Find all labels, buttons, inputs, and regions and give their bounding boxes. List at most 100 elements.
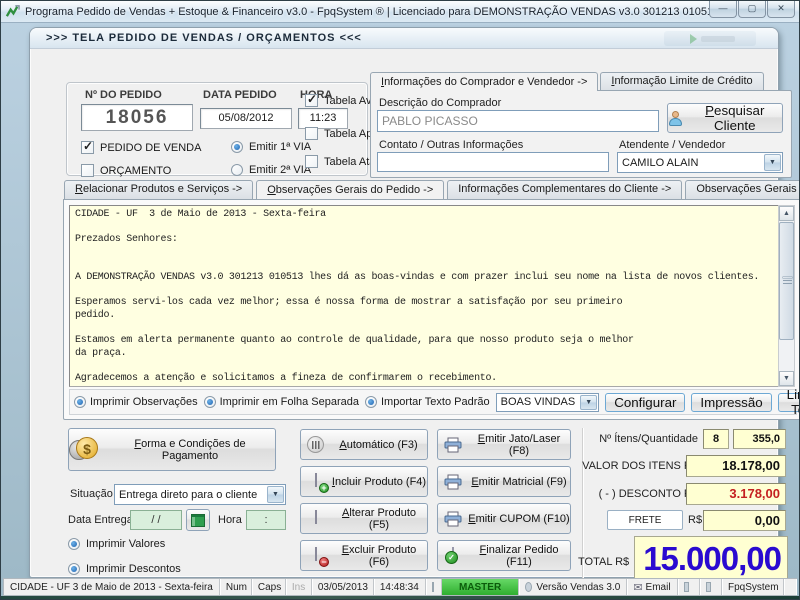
desconto-label: ( - ) DESCONTO R$ <box>570 488 698 500</box>
checkbox-icon <box>305 94 318 107</box>
itens-quantidade-label: Nº Ítens/Quantidade <box>570 433 698 445</box>
calendar-button[interactable] <box>186 509 210 531</box>
checkbox-pedido-de-venda[interactable]: PEDIDO DE VENDA <box>81 141 201 154</box>
tab-relacionar-produtos[interactable]: Relacionar Produtos e Serviços -> <box>64 180 253 199</box>
status-version: Versão Vendas 3.0 <box>519 579 627 595</box>
incluir-produto-button[interactable]: + Incluir Produto (F4) <box>300 466 428 497</box>
buyer-description-label: Descrição do Comprador <box>379 97 501 109</box>
impressao-button[interactable]: Impressão <box>691 393 771 412</box>
buyer-description-field[interactable]: PABLO PICASSO <box>377 110 659 132</box>
order-number-label: Nº DO PEDIDO <box>85 89 162 101</box>
tab-limite-credito[interactable]: Informação Limite de Crédito <box>600 72 763 91</box>
radio-importar-texto-padrao[interactable]: Importar Texto Padrão <box>365 396 490 408</box>
observations-textarea[interactable]: CIDADE - UF 3 de Maio de 2013 - Sexta-fe… <box>69 205 779 387</box>
observations-panel: CIDADE - UF 3 de Maio de 2013 - Sexta-fe… <box>63 199 800 420</box>
printer-icon <box>444 511 462 527</box>
status-master-badge: MASTER <box>442 579 520 595</box>
configurar-button[interactable]: Configurar <box>605 393 685 412</box>
calendar-icon <box>191 514 205 527</box>
delete-product-icon: − <box>307 548 325 564</box>
edit-product-icon <box>307 511 325 527</box>
alterar-produto-button[interactable]: Alterar Produto (F5) <box>300 503 428 534</box>
payment-conditions-button[interactable]: $ Forma e Condições de Pagamento <box>68 428 276 471</box>
emitir-matricial-button[interactable]: Emitir Matricial (F9) <box>437 466 571 497</box>
delivery-date-field[interactable]: / / <box>130 510 182 530</box>
checkbox-orcamento[interactable]: ORÇAMENTO <box>81 164 171 177</box>
search-client-button[interactable]: Pesquisar Cliente <box>667 103 783 133</box>
status-email[interactable]: ✉ Email <box>627 579 678 595</box>
contact-field[interactable] <box>377 152 609 172</box>
emitir-jato-laser-button[interactable]: Emitir Jato/Laser (F8) <box>437 429 571 460</box>
limpar-texto-button[interactable]: Limpar Texto <box>778 393 800 412</box>
minimize-button[interactable]: — <box>709 1 737 18</box>
automatico-button[interactable]: Automático (F3) <box>300 429 428 460</box>
buyer-panel: Descrição do Comprador PABLO PICASSO Pes… <box>370 90 792 178</box>
app-icon <box>5 4 20 19</box>
printer-icon <box>444 474 462 490</box>
tab-informacoes-complementares[interactable]: Informações Complementares do Cliente -> <box>447 180 682 199</box>
scroll-down-button[interactable]: ▼ <box>779 371 794 386</box>
page-title: >>> TELA PEDIDO DE VENDAS / ORÇAMENTOS <… <box>46 32 362 44</box>
radio-emitir-2-via[interactable]: Emitir 2ª VIA <box>231 164 311 176</box>
network-mini-icon <box>706 582 711 592</box>
salesperson-combobox[interactable]: CAMILO ALAIN ▼ <box>617 152 783 173</box>
itens-count-field: 8 <box>703 429 729 449</box>
status-time: 14:48:34 <box>374 579 426 595</box>
delivery-date-label: Data Entrega <box>68 514 133 526</box>
green-arrow-icon <box>690 34 697 44</box>
close-button[interactable]: ✕ <box>767 1 795 18</box>
tab-observacoes-pedido[interactable]: Observações Gerais do Pedido -> <box>256 180 444 199</box>
situacao-combobox[interactable]: Entrega direto para o cliente ▼ <box>114 484 286 505</box>
status-caps: Caps <box>252 579 286 595</box>
radio-icon <box>68 563 80 575</box>
radio-imprimir-folha-separada[interactable]: Imprimir em Folha Separada <box>204 396 359 408</box>
radio-imprimir-observacoes[interactable]: Imprimir Observações <box>74 396 198 408</box>
checkbox-icon <box>305 155 318 168</box>
contact-label: Contato / Outras Informações <box>379 139 523 151</box>
checkbox-icon <box>305 127 318 140</box>
checkbox-icon <box>81 164 94 177</box>
status-city-date: CIDADE - UF 3 de Maio de 2013 - Sexta-fe… <box>4 579 220 595</box>
order-hour-field[interactable]: 11:23 <box>298 108 348 129</box>
status-icon-segment <box>426 579 442 595</box>
printer-icon <box>444 437 462 453</box>
radio-emitir-1-via[interactable]: Emitir 1ª VIA <box>231 141 311 153</box>
order-date-label: DATA PEDIDO <box>203 89 277 101</box>
radio-icon <box>68 538 80 550</box>
title-bar: Programa Pedido de Vendas + Estoque & Fi… <box>1 1 800 23</box>
faded-toolbar-decoration <box>664 31 756 46</box>
status-ins: Ins <box>286 579 312 595</box>
texto-padrao-combobox[interactable]: BOAS VINDAS ▼ <box>496 393 600 412</box>
excluir-produto-button[interactable]: − Excluir Produto (F6) <box>300 540 428 571</box>
tab-observacoes-cliente[interactable]: Observações Gerais do Cliente ( Informaç… <box>685 180 800 199</box>
order-number-field[interactable]: 18056 <box>81 104 193 131</box>
screen-header: >>> TELA PEDIDO DE VENDAS / ORÇAMENTOS <… <box>30 28 778 49</box>
barcode-icon <box>307 436 324 453</box>
tab-informacoes-comprador[interactable]: Informações do Comprador e Vendedor -> <box>370 72 598 91</box>
radio-imprimir-valores[interactable]: Imprimir Valores <box>68 538 165 550</box>
checkbox-icon <box>81 141 94 154</box>
order-date-field[interactable]: 05/08/2012 <box>200 108 292 129</box>
radio-imprimir-descontos[interactable]: Imprimir Descontos <box>68 563 181 575</box>
radio-icon <box>231 141 243 153</box>
delivery-hour-field[interactable]: : <box>246 510 286 530</box>
finalizar-pedido-button[interactable]: Finalizar Pedido (F11) <box>437 540 571 571</box>
situacao-label: Situação <box>70 488 113 500</box>
coins-icon: $ <box>69 437 99 463</box>
maximize-button[interactable]: ▢ <box>738 1 766 18</box>
radio-icon <box>231 164 243 176</box>
status-num: Num <box>220 579 252 595</box>
frete-rs-label: R$ <box>688 514 700 526</box>
chevron-down-icon: ▼ <box>267 486 284 503</box>
frete-button[interactable]: FRETE <box>607 510 683 530</box>
version-icon <box>525 582 532 592</box>
delivery-hour-label: Hora <box>218 514 242 526</box>
vertical-scrollbar[interactable]: ▲ ▼ <box>778 205 795 387</box>
desconto-field: 3.178,00 <box>686 483 786 505</box>
valor-itens-field: 18.178,00 <box>686 455 786 477</box>
status-bar: CIDADE - UF 3 de Maio de 2013 - Sexta-fe… <box>3 578 797 596</box>
scroll-up-button[interactable]: ▲ <box>779 206 794 221</box>
scrollbar-thumb[interactable] <box>779 222 794 340</box>
emitir-cupom-button[interactable]: Emitir CUPOM (F10) <box>437 503 571 534</box>
total-label: TOTAL R$ <box>578 556 630 568</box>
